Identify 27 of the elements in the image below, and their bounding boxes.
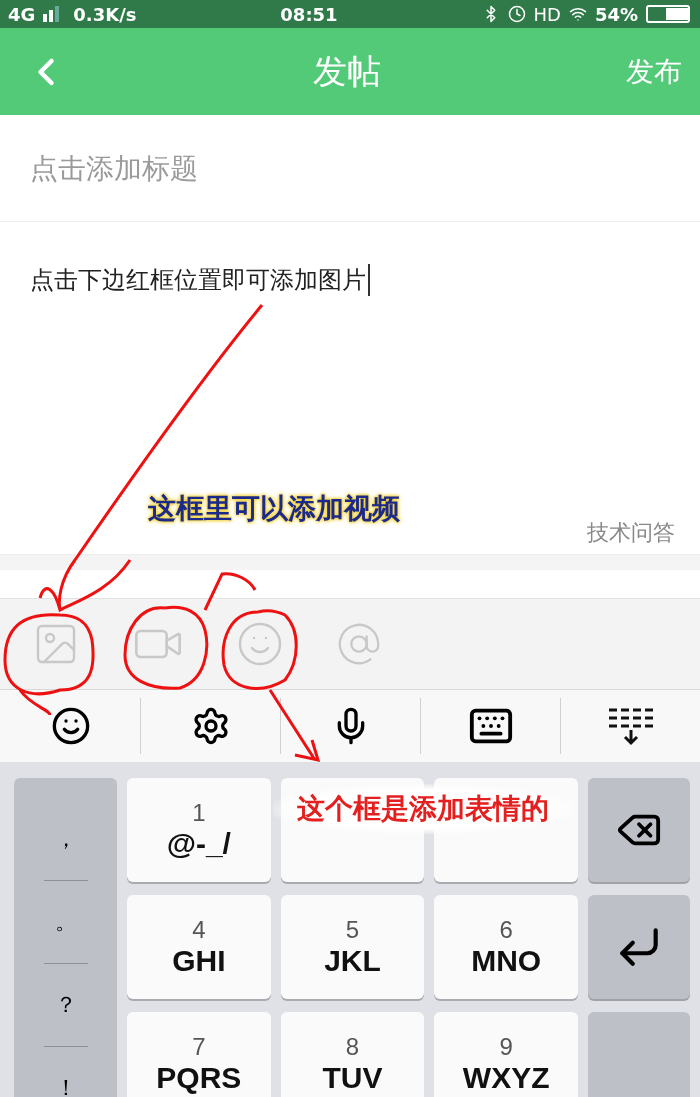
- hd-label: HD: [533, 3, 561, 25]
- punctuation-key[interactable]: 。: [43, 881, 88, 964]
- backspace-key[interactable]: [588, 778, 690, 882]
- emoji-icon[interactable]: [50, 706, 91, 746]
- clock-time: 08:51: [280, 3, 338, 25]
- collapse-keyboard-icon[interactable]: [606, 706, 655, 746]
- network-speed: 0.3K/s: [73, 3, 137, 25]
- battery-icon: [646, 5, 692, 23]
- letter-key[interactable]: 5 JKL: [280, 895, 425, 999]
- letter-key[interactable]: 4 GHI: [127, 895, 271, 999]
- punctuation-key[interactable]: ？: [43, 964, 88, 1047]
- letter-key[interactable]: 8 TUV: [280, 1012, 425, 1097]
- annotation-text: 这框里可以添加视频: [148, 491, 400, 527]
- battery-percent: 54%: [594, 3, 638, 25]
- enter-key[interactable]: [588, 895, 690, 999]
- topic-tag[interactable]: 技术问答: [587, 518, 675, 548]
- network-type: 4G: [8, 3, 36, 25]
- alarm-icon: [507, 5, 526, 23]
- page-title: 发帖: [312, 49, 382, 93]
- letter-key[interactable]: 6 MNO: [434, 895, 578, 999]
- letter-key[interactable]: 9 WXYZ: [434, 1012, 578, 1097]
- body-text-field[interactable]: 点击下边红框位置即可添加图片: [30, 264, 670, 296]
- punctuation-key[interactable]: ，: [43, 798, 88, 881]
- punctuation-key[interactable]: ！: [43, 1047, 88, 1097]
- letter-key[interactable]: 7 PQRS: [127, 1012, 271, 1097]
- letter-key[interactable]: 1 @-_/: [127, 778, 271, 882]
- wifi-icon: [568, 5, 587, 23]
